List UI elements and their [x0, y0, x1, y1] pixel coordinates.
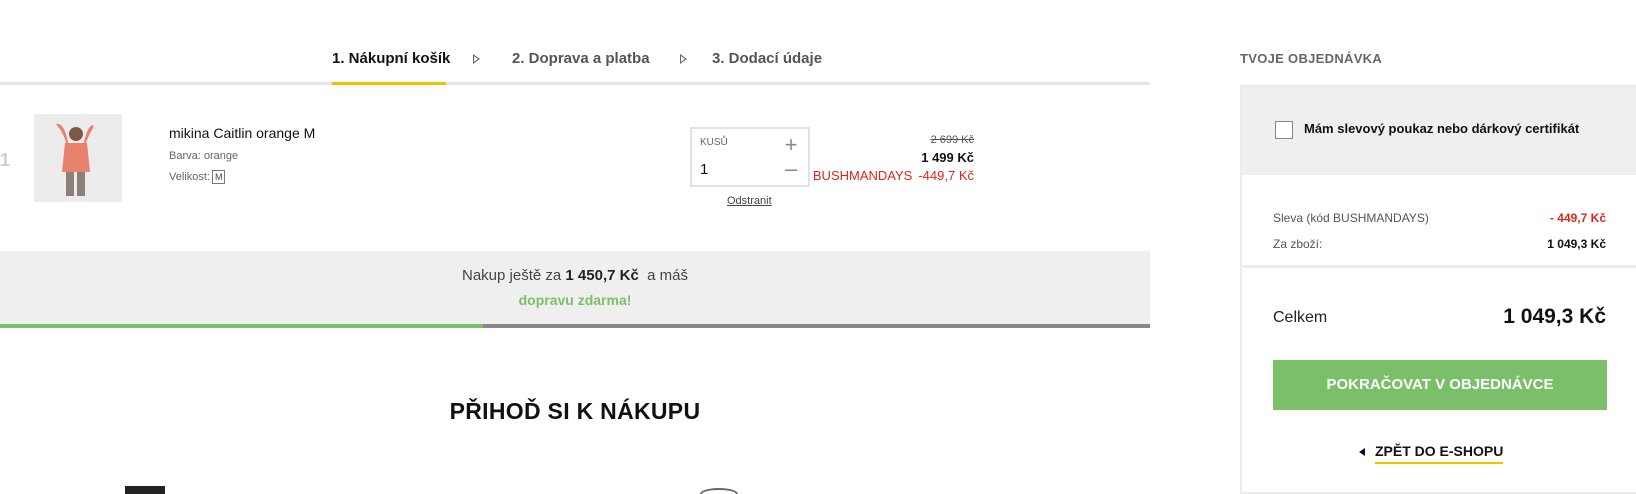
recommended-product-image[interactable]: [700, 488, 738, 494]
discount-amount: -449,7 Kč: [918, 168, 974, 183]
original-price: 2 699 Kč: [930, 134, 974, 146]
free-shipping-text: Nakup ještě za 1 450,7 Kč a máš: [0, 267, 1150, 284]
product-name[interactable]: mikina Caitlin orange M: [169, 125, 315, 141]
step-arrow-icon: [473, 54, 480, 64]
free-shipping-progress-fill: [0, 324, 483, 328]
recommendations-title: PŘIHOĎ SI K NÁKUPU: [449, 398, 701, 424]
discount-row: Sleva (kód BUSHMANDAYS) - 449,7 Kč: [1273, 211, 1606, 225]
goods-row: Za zboží: 1 049,3 Kč: [1273, 237, 1606, 251]
remove-link[interactable]: Odstranit: [727, 195, 772, 207]
product-size: Velikost: M: [169, 170, 226, 184]
coupon-checkbox[interactable]: [1275, 121, 1293, 139]
active-step-underline: [332, 82, 446, 85]
minus-icon[interactable]: –: [782, 158, 800, 180]
free-shipping-amount: 1 450,7 Kč: [565, 267, 639, 284]
product-photo-icon: [34, 114, 122, 202]
quantity-input[interactable]: 1: [700, 161, 708, 178]
free-shipping-highlight: dopravu zdarma!: [518, 292, 632, 308]
product-image[interactable]: [34, 114, 122, 202]
free-shipping-prefix: Nakup ještě za: [462, 267, 562, 284]
quantity-label: KUSŮ: [700, 137, 728, 148]
discount-value: - 449,7 Kč: [1549, 211, 1606, 225]
goods-label: Za zboží:: [1273, 237, 1323, 251]
order-summary-panel: Mám slevový poukaz nebo dárkový certifik…: [1240, 85, 1636, 494]
plus-icon[interactable]: +: [782, 134, 800, 156]
product-color: Barva: orange: [169, 150, 239, 162]
item-index: 1: [0, 150, 11, 170]
discount-code: BUSHMANDAYS: [812, 168, 913, 183]
size-badge: M: [211, 170, 226, 184]
step-cart[interactable]: 1. Nákupní košík: [332, 50, 450, 67]
goods-value: 1 049,3 Kč: [1547, 237, 1606, 251]
coupon-section: Mám slevový poukaz nebo dárkový certifik…: [1242, 87, 1636, 175]
continue-order-button[interactable]: POKRAČOVAT V OBJEDNÁVCE: [1273, 360, 1607, 410]
price-breakdown: Sleva (kód BUSHMANDAYS) - 449,7 Kč Za zb…: [1242, 176, 1636, 268]
quantity-stepper: KUSŮ 1 + –: [690, 127, 810, 187]
free-shipping-suffix: a máš: [647, 267, 688, 284]
checkout-steps: 1. Nákupní košík 2. Doprava a platba 3. …: [0, 38, 1150, 85]
recommended-product-image[interactable]: [125, 486, 165, 494]
item-discount: BUSHMANDAYS -449,7 Kč: [813, 168, 974, 183]
step-shipping-payment[interactable]: 2. Doprava a platba: [512, 50, 650, 67]
order-summary-title: TVOJE OBJEDNÁVKA: [1240, 51, 1383, 66]
free-shipping-progress: [0, 324, 1150, 328]
total-value: 1 049,3 Kč: [1503, 305, 1606, 328]
back-to-shop-label[interactable]: ZPĚT DO E-SHOPU: [1375, 443, 1504, 464]
back-to-shop-link[interactable]: ZPĚT DO E-SHOPU: [1359, 443, 1504, 464]
current-price: 1 499 Kč: [921, 150, 974, 165]
discount-label: Sleva (kód BUSHMANDAYS): [1273, 211, 1429, 225]
free-shipping-banner: Nakup ještě za 1 450,7 Kč a máš dopravu …: [0, 251, 1150, 325]
step-arrow-icon: [680, 54, 687, 64]
step-delivery-details[interactable]: 3. Dodací údaje: [712, 50, 822, 67]
total-label: Celkem: [1273, 309, 1328, 326]
size-label: Velikost:: [169, 171, 210, 183]
chevron-left-icon: [1359, 447, 1365, 456]
coupon-label[interactable]: Mám slevový poukaz nebo dárkový certifik…: [1304, 121, 1579, 136]
